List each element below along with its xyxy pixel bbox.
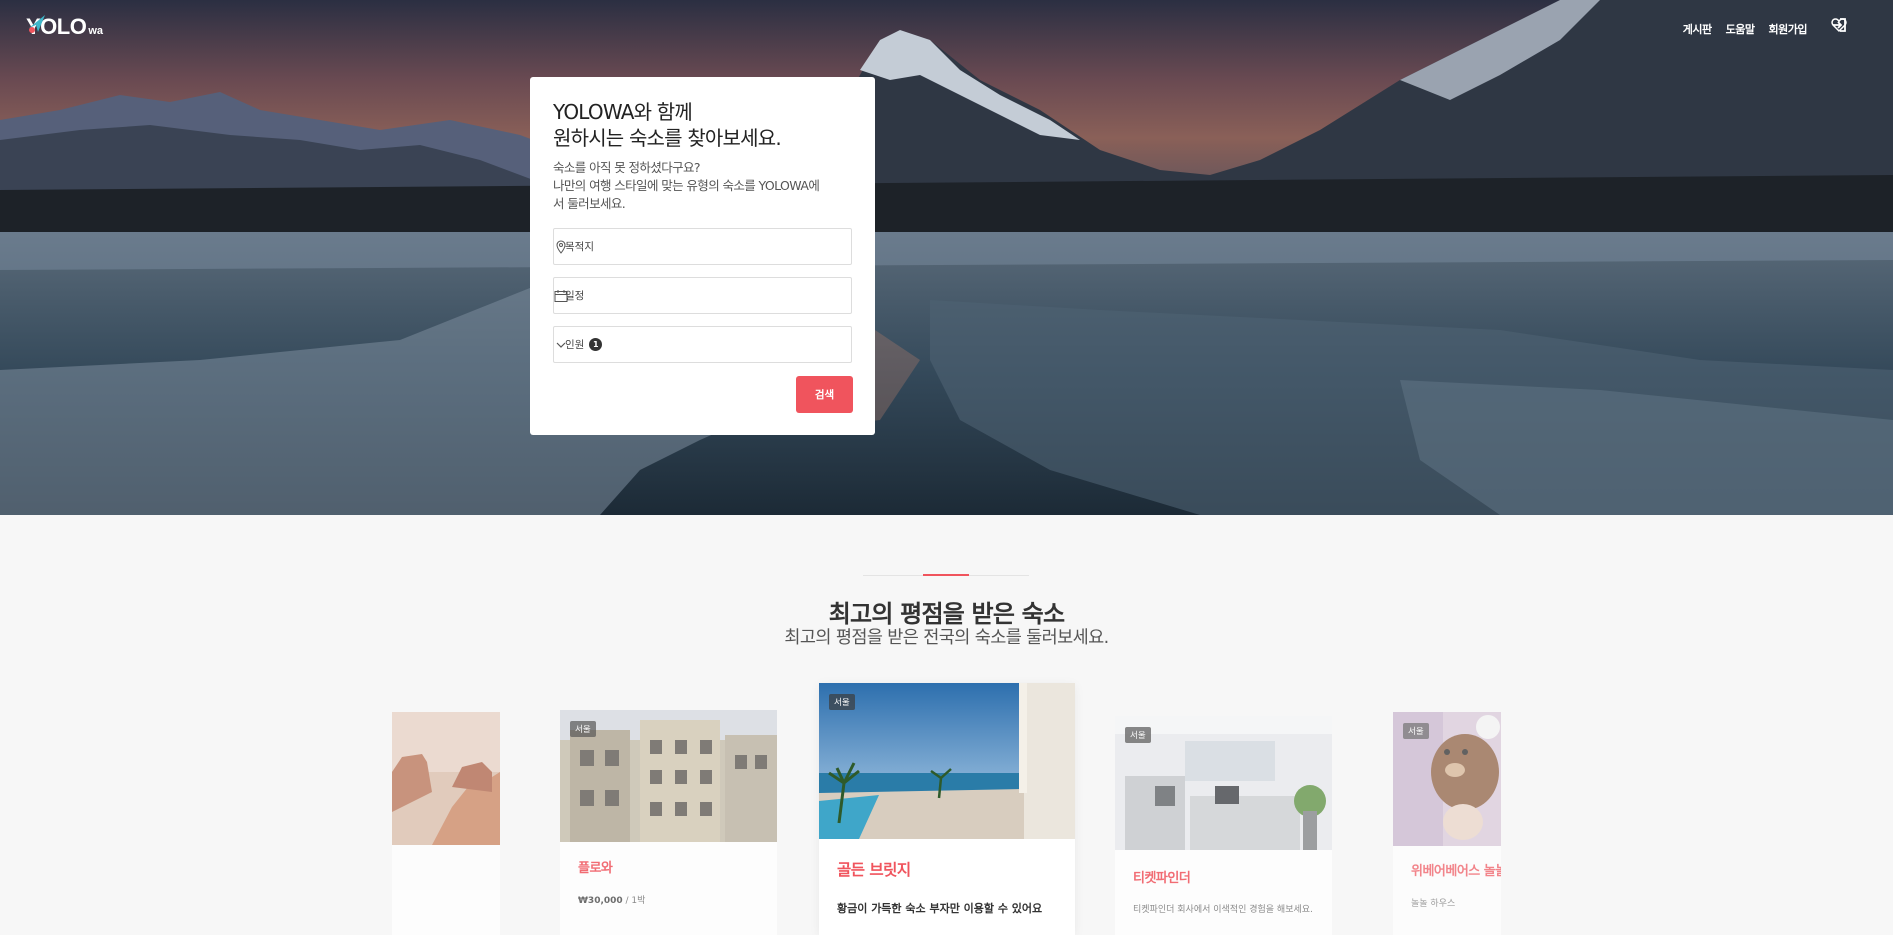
search-title-line: 원하시는 숙소를 찾아보세요. [553,126,782,150]
landscape-image [0,0,1893,515]
nav-icons [1831,17,1877,33]
property-description: 놀놀 하우스 [1411,899,1456,909]
search-button[interactable]: 검색 [796,376,853,413]
brand-logo[interactable]: YOLO wa [26,12,103,42]
property-card[interactable] [392,712,500,935]
property-name: 골든 브릿지 [837,861,911,879]
nav-signup-link[interactable]: 회원가입 [1769,21,1808,37]
destination-label: 목적지 [565,241,594,253]
section-subtitle: 최고의 평점을 받은 전국의 숙소를 둘러보세요. [784,628,1109,648]
property-card-featured[interactable]: 서울 골든 브릿지 황금이 가득한 숙소 부자만 이용할 수 있어요 [819,683,1075,935]
price-value: ₩30,000 [578,896,623,906]
location-tag: 서울 [829,694,855,710]
search-desc-line: 숙소를 아직 못 정하셨다구요? [553,160,701,175]
property-name: 위베어베어스 놀놀 [1411,864,1501,879]
property-card[interactable]: 서울 티켓파인더 티켓파인더 회사에서 이색적인 경험을 해보세요. [1115,716,1332,935]
nav-help-link[interactable]: 도움말 [1726,21,1755,37]
schedule-field[interactable]: 일정 [553,277,852,314]
divider-accent [923,574,969,576]
search-desc-line: 나만의 여행 스타일에 맞는 유형의 숙소를 YOLOWA에 [553,178,820,193]
location-tag: 서울 [1125,727,1151,743]
price-unit: / 1박 [622,896,646,906]
chevron-down-icon [556,342,566,348]
heart-icon[interactable] [1831,17,1877,33]
property-description: 황금이 가득한 숙소 부자만 이용할 수 있어요 [837,902,1043,915]
property-card[interactable]: 서울 위베어베어스 놀놀 놀놀 하우스 [1393,712,1501,935]
search-card: YOLOWA와 함께 원하시는 숙소를 찾아보세요. 숙소를 아직 못 정하셨다… [530,77,875,435]
location-tag: 서울 [570,721,596,737]
hero-banner: YOLO wa 게시판 도움말 회원가입 YOLOWA와 함께 원하시는 숙소를… [0,0,1893,515]
nav-board-link[interactable]: 게시판 [1683,21,1712,37]
property-price: ₩30,000 / 1박 [578,893,645,906]
logo-subtext: wa [88,25,104,37]
search-title-line: YOLOWA와 함께 [553,100,693,124]
property-card[interactable]: 서울 플로와 ₩30,000 / 1박 [560,710,777,935]
search-description: 숙소를 아직 못 정하셨다구요? 나만의 여행 스타일에 맞는 유형의 숙소를 … [553,159,852,213]
section-divider [863,574,1029,576]
location-tag: 서울 [1403,723,1429,739]
guests-count-badge: 1 [589,338,603,351]
guests-select[interactable]: 인원 1 [553,326,852,363]
property-description: 티켓파인더 회사에서 이색적인 경험을 해보세요. [1133,905,1313,915]
top-nav: 게시판 도움말 회원가입 [1683,21,1808,37]
search-title: YOLOWA와 함께 원하시는 숙소를 찾아보세요. [553,99,852,151]
property-name: 티켓파인더 [1133,871,1191,886]
property-image [392,712,500,845]
property-image [819,683,1075,839]
plane-logo-icon [29,15,45,33]
calendar-icon [554,290,568,302]
location-pin-icon [556,240,566,254]
property-name: 플로와 [578,861,613,876]
destination-field[interactable]: 목적지 [553,228,852,265]
search-desc-line: 서 둘러보세요. [553,196,626,211]
